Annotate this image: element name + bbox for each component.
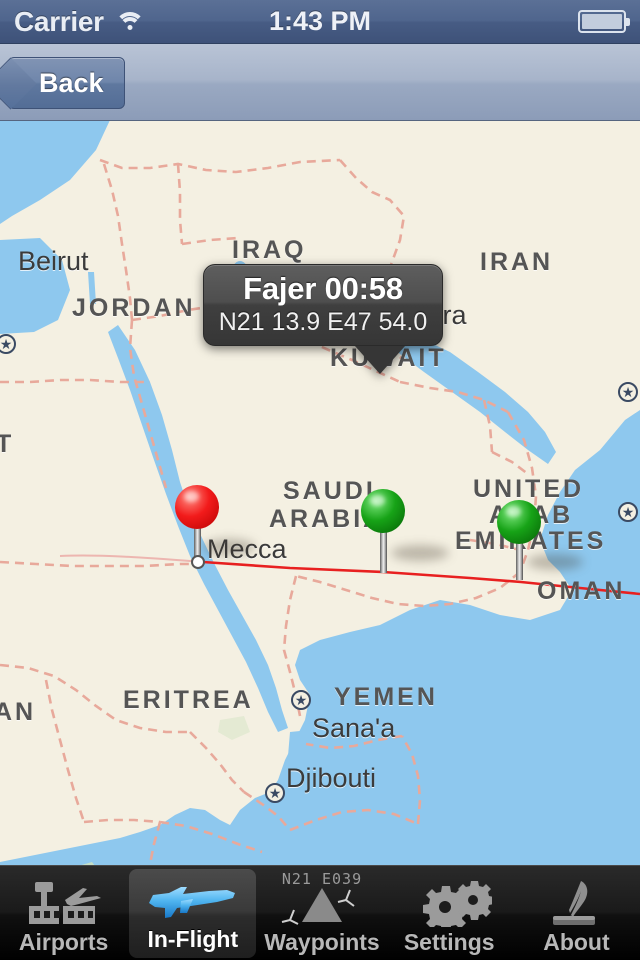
back-button[interactable]: Back xyxy=(8,57,125,109)
waypoint-callout[interactable]: Fajer 00:58 N21 13.9 E47 54.0 xyxy=(203,264,443,374)
airport-tower-icon xyxy=(0,877,127,929)
tab-label-in-flight: In-Flight xyxy=(147,926,239,952)
uae-waypoint-pin[interactable] xyxy=(497,500,583,580)
mecca-pin[interactable] xyxy=(175,485,255,569)
airplane-icon xyxy=(129,874,256,926)
capital-marker-sanaa: ★ xyxy=(291,690,311,710)
tab-label-waypoints: Waypoints xyxy=(264,929,380,955)
tab-airports[interactable]: Airports xyxy=(0,866,127,960)
wifi-icon xyxy=(114,10,146,34)
tab-label-settings: Settings xyxy=(403,929,495,955)
tab-in-flight[interactable]: In-Flight xyxy=(129,869,257,958)
map-view[interactable]: IRAQ IRAN JORDAN KUWAIT SAUDI ARABIA UNI… xyxy=(0,120,640,865)
carrier-label: Carrier xyxy=(14,5,104,37)
tab-bar: Airports In-Flight N21 E039 Waypoints Se… xyxy=(0,865,640,960)
app-screen: Carrier 1:43 PM Back IRAQ IRAN JORDAN KU… xyxy=(0,0,640,960)
waypoint-icon-coords: N21 E039 xyxy=(281,870,363,888)
fajer-waypoint-pin[interactable] xyxy=(361,489,449,573)
status-bar: Carrier 1:43 PM xyxy=(0,0,640,44)
map-graphics xyxy=(0,120,640,865)
callout-title: Fajer 00:58 xyxy=(243,271,403,306)
callout-arrow xyxy=(355,346,405,374)
tab-label-airports: Airports xyxy=(18,929,109,955)
quill-pen-icon xyxy=(513,877,640,929)
tab-waypoints[interactable]: N21 E039 Waypoints xyxy=(258,866,385,960)
capital-marker-djibouti: ★ xyxy=(265,783,285,803)
gears-icon xyxy=(386,877,513,929)
battery-icon xyxy=(578,10,630,33)
tab-label-about: About xyxy=(543,929,610,955)
tab-settings[interactable]: Settings xyxy=(386,866,513,960)
callout-coordinates: N21 13.9 E47 54.0 xyxy=(218,308,428,336)
navigation-bar: Back xyxy=(0,44,640,121)
capital-marker-tehran: ★ xyxy=(618,382,638,402)
capital-marker-muscat: ★ xyxy=(618,502,638,522)
tab-about[interactable]: About xyxy=(513,866,640,960)
back-button-label: Back xyxy=(39,67,104,98)
